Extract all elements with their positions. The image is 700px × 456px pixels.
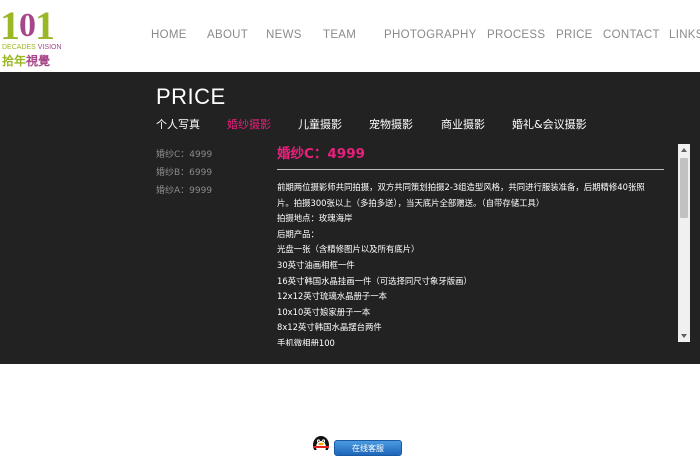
description-line: 后期产品： — [277, 228, 319, 239]
nav-home[interactable]: HOME — [151, 29, 187, 41]
description-line: 光盘一张（含精修图片以及所有底片） — [277, 244, 420, 255]
category-tab-portrait[interactable]: 个人写真 — [156, 116, 200, 132]
description-line: 12x12英寸琉璃水晶册子一本 — [277, 291, 388, 302]
package-description: 前期两位摄影师共同拍摄，双方共同策划拍摄2-3组造型风格，共同进行服装准备，后期… — [277, 180, 664, 346]
nav-about[interactable]: ABOUT — [207, 29, 248, 41]
category-tab-event[interactable]: 婚礼&会议摄影 — [512, 116, 587, 132]
category-tab-commercial[interactable]: 商业摄影 — [441, 116, 485, 132]
scroll-up-arrow-icon[interactable] — [678, 144, 690, 156]
nav-process[interactable]: PROCESS — [487, 29, 545, 41]
category-tab-children[interactable]: 儿童摄影 — [298, 116, 342, 132]
scroll-thumb[interactable] — [680, 158, 688, 218]
nav-team[interactable]: TEAM — [323, 29, 356, 41]
title-divider — [277, 169, 664, 170]
sidebar-item-package-c[interactable]: 婚纱C：4999 — [156, 147, 212, 160]
description-line: 前期两位摄影师共同拍摄，双方共同策划拍摄2-3组造型风格，共同进行服装准备，后期… — [277, 182, 645, 192]
package-title: 婚纱C：4999 — [277, 146, 365, 162]
nav-contact[interactable]: CONTACT — [603, 29, 660, 41]
online-service-button[interactable]: 在线客服 — [334, 440, 402, 456]
description-line: 拍摄地点：玫瑰海岸 — [277, 213, 353, 224]
package-detail-panel: 婚纱C：4999 前期两位摄影师共同拍摄，双方共同策划拍摄2-3组造型风格，共同… — [277, 140, 664, 346]
nav-links[interactable]: LINKS — [669, 29, 700, 41]
page-title: PRICE — [156, 84, 226, 109]
logo-digits: 101 — [0, 3, 55, 48]
nav-photography[interactable]: PHOTOGRAPHY — [384, 29, 477, 41]
sidebar-item-package-a[interactable]: 婚纱A：9999 — [156, 183, 212, 196]
site-header: 101 DECADES VISION 拾年視覺 HOME ABOUT NEWS … — [0, 0, 700, 72]
nav-news[interactable]: NEWS — [266, 29, 302, 41]
description-line: 16英寸韩国水晶挂画一件（可选择同尺寸象牙版画） — [277, 275, 472, 286]
price-section: PRICE 个人写真 婚纱摄影 儿童摄影 宠物摄影 商业摄影 婚礼&会议摄影 婚… — [0, 72, 700, 364]
content-scrollbar[interactable] — [678, 144, 690, 342]
description-line: 30英寸油画相框一件 — [277, 259, 355, 270]
logo-chinese-text: 拾年視覺 — [2, 54, 51, 68]
description-line: 片。拍摄300张以上（多拍多送），当天底片全部赠送。（自带存储工具） — [277, 197, 545, 208]
description-line: 手机微相册100 — [277, 337, 335, 346]
scroll-down-arrow-icon[interactable] — [678, 330, 690, 342]
description-line: 10x10英寸娘家册子一本 — [277, 306, 371, 317]
nav-price[interactable]: PRICE — [556, 29, 593, 41]
qq-service-widget[interactable]: 在线客服 — [310, 434, 402, 456]
qq-penguin-icon — [313, 436, 329, 450]
logo-english-text: DECADES VISION — [2, 44, 62, 51]
online-service-label: 在线客服 — [352, 444, 384, 453]
description-line: 8x12英寸韩国水晶摆台两件 — [277, 322, 382, 333]
category-tab-pet[interactable]: 宠物摄影 — [369, 116, 413, 132]
site-logo[interactable]: 101 DECADES VISION 拾年視覺 — [0, 3, 62, 69]
sidebar-item-package-b[interactable]: 婚纱B：6999 — [156, 165, 212, 178]
category-tab-wedding[interactable]: 婚纱摄影 — [227, 116, 271, 132]
